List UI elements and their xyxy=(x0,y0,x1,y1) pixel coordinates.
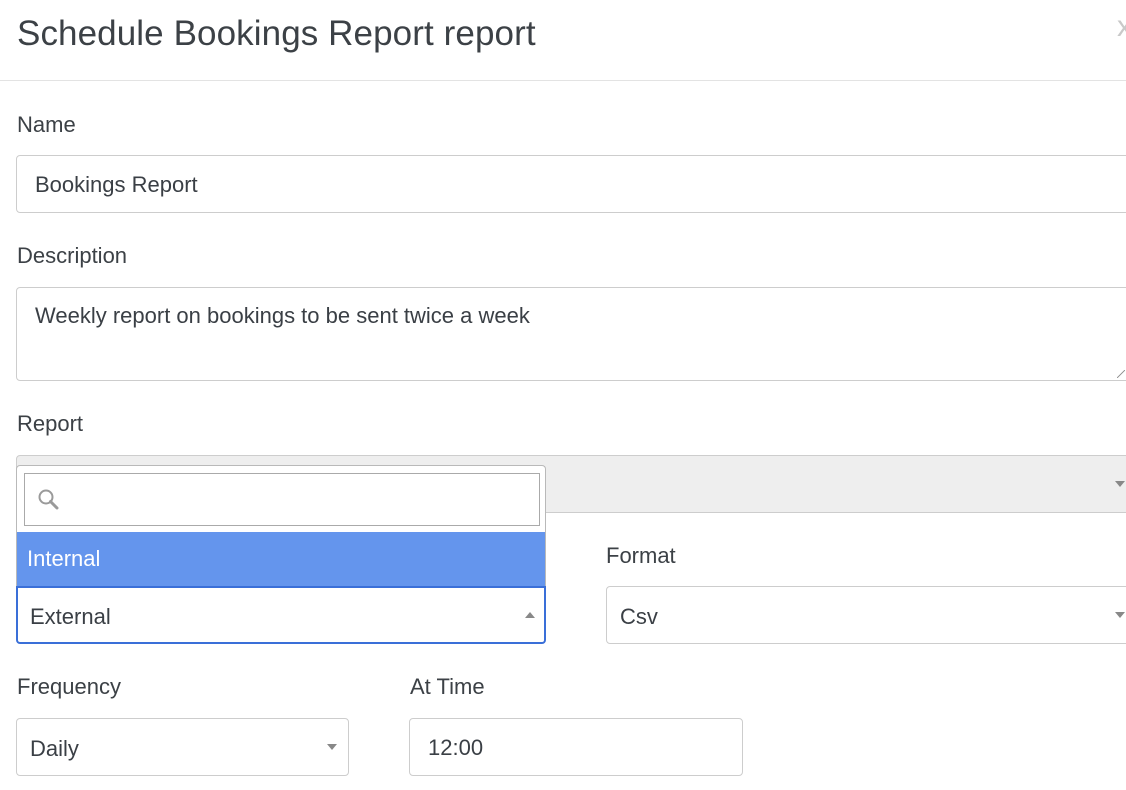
type-dropdown-menu: Internal xyxy=(16,465,546,587)
frequency-select[interactable]: Daily xyxy=(16,718,349,776)
dropdown-option-label: Internal xyxy=(27,546,101,571)
description-label: Description xyxy=(17,243,128,268)
caret-down-icon xyxy=(1115,481,1125,487)
format-label: Format xyxy=(606,543,676,568)
format-select-value: Csv xyxy=(620,604,658,629)
name-input[interactable]: Bookings Report xyxy=(16,155,1126,213)
close-icon[interactable]: x xyxy=(1117,10,1126,44)
caret-down-icon xyxy=(1115,612,1125,618)
search-icon xyxy=(38,489,59,510)
frequency-label: Frequency xyxy=(17,674,121,699)
dropdown-option-internal[interactable]: Internal xyxy=(17,532,545,587)
at-time-input[interactable]: 12:00 xyxy=(409,718,743,776)
at-time-input-value: 12:00 xyxy=(428,735,484,760)
at-time-label: At Time xyxy=(410,674,485,699)
resize-handle-icon[interactable] xyxy=(1117,370,1125,378)
name-input-value: Bookings Report xyxy=(35,172,198,197)
caret-up-icon xyxy=(525,612,535,618)
name-label: Name xyxy=(17,112,76,137)
format-select[interactable]: Csv xyxy=(606,586,1126,644)
modal-header: Schedule Bookings Report report x xyxy=(0,0,1126,81)
type-select-value: External xyxy=(30,604,111,629)
caret-down-icon xyxy=(327,744,337,750)
type-select[interactable]: External xyxy=(16,586,546,644)
modal-title: Schedule Bookings Report report xyxy=(17,14,536,53)
frequency-select-value: Daily xyxy=(30,736,79,761)
description-textarea[interactable]: Weekly report on bookings to be sent twi… xyxy=(16,287,1126,381)
dropdown-search-input[interactable] xyxy=(24,473,540,526)
description-textarea-value: Weekly report on bookings to be sent twi… xyxy=(35,303,530,328)
report-label: Report xyxy=(17,411,84,436)
